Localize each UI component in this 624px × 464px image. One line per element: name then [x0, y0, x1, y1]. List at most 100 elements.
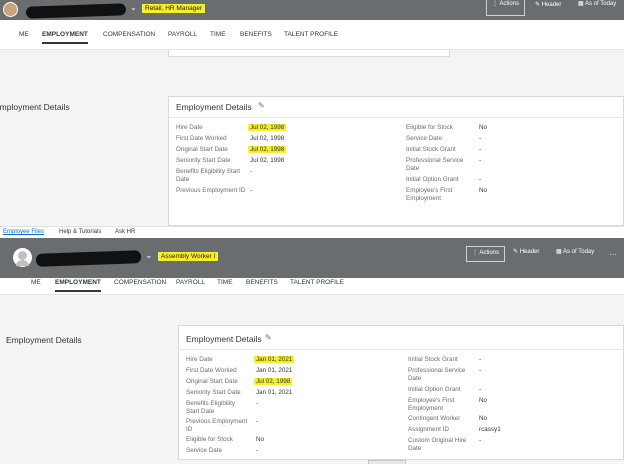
bottom-overflow-menu-icon[interactable]: ··· — [609, 250, 617, 259]
top-tab-talent-profile[interactable]: TALENT PROFILE — [284, 31, 338, 38]
bottom-label-original-start-date: Original Start Date — [186, 378, 238, 385]
top-label-benefits-eligibility: Benefits Eligibility Start Date — [176, 168, 241, 183]
bottom-value-contingent-worker: No — [479, 415, 488, 422]
top-card-title: Employment Details — [176, 102, 252, 112]
top-tab-payroll[interactable]: PAYROLL — [168, 31, 197, 38]
top-tab-time[interactable]: TIME — [210, 31, 226, 38]
top-chevron-down-icon[interactable]: ⌄ — [130, 3, 137, 12]
bottom-name-redacted — [35, 250, 142, 267]
bottom-label-employees-first-employment: Employee's First Employment — [408, 397, 455, 412]
footer-help-tutorials-link[interactable]: Help & Tutorials — [59, 229, 101, 235]
top-value-eligible-for-stock: No — [479, 124, 488, 131]
top-header-button[interactable]: ✎ Header — [535, 1, 561, 8]
top-section-title: Employment Details — [0, 102, 70, 112]
top-actions-button[interactable]: ⋮ Actions — [486, 0, 526, 16]
top-value-initial-stock-grant: - — [479, 146, 482, 153]
bottom-as-of-today-button[interactable]: ▦ As of Today — [556, 248, 594, 255]
top-label-previous-employment-id: Previous Employment ID — [176, 187, 246, 194]
top-value-employees-first-employment: No — [479, 187, 488, 194]
bottom-value-initial-stock-grant: - — [479, 356, 482, 363]
top-header-bar: ⌄ Retail, HR Manager ⋮ Actions ✎ Header … — [0, 0, 624, 20]
bottom-label-service-date: Service Date — [186, 447, 223, 454]
top-pencil-icon: ✎ — [535, 2, 541, 8]
top-label-first-date-worked: First Date Worked — [176, 135, 227, 142]
top-value-benefits-eligibility: - — [250, 168, 253, 175]
bottom-tab-talent-profile[interactable]: TALENT PROFILE — [290, 279, 344, 286]
top-label-service-date: Service Date — [406, 135, 443, 142]
bottom-label-initial-option-grant: Initial Option Grant — [408, 386, 461, 393]
top-label-initial-option-grant: Initial Option Grant — [406, 176, 459, 183]
top-value-professional-service-date: - — [479, 157, 482, 164]
bottom-value-benefits-eligibility: - — [256, 400, 259, 407]
bottom-tab-employment[interactable]: EMPLOYMENT — [55, 279, 101, 292]
bottom-tab-bar: ME EMPLOYMENT COMPENSATION PAYROLL TIME … — [0, 278, 624, 295]
bottom-tab-payroll[interactable]: PAYROLL — [176, 279, 205, 286]
bottom-header-bar: ⌄ Assembly Worker I ⋮ Actions ✎ Header ▦… — [0, 238, 624, 278]
bottom-value-first-date-worked: Jan 01, 2021 — [256, 367, 293, 374]
top-card-divider — [169, 117, 624, 118]
bottom-edit-pencil-icon[interactable]: ✎ — [265, 333, 272, 342]
bottom-role-title: Assembly Worker I — [158, 252, 219, 261]
top-tab-compensation[interactable]: COMPENSATION — [103, 31, 155, 38]
top-edit-pencil-icon[interactable]: ✎ — [258, 101, 265, 110]
top-employment-card: Employment Details ✎ Hire Date Jul 02, 1… — [168, 96, 624, 226]
top-label-seniority-start-date: Seniority Start Date — [176, 157, 231, 164]
top-value-first-date-worked: Jul 02, 1998 — [250, 135, 285, 142]
bottom-tab-time[interactable]: TIME — [217, 279, 233, 286]
top-value-hire-date: Jul 02, 1998 — [248, 124, 287, 131]
bottom-tab-compensation[interactable]: COMPENSATION — [114, 279, 166, 286]
bottom-section-title: Employment Details — [6, 335, 82, 345]
bottom-person-icon-body — [16, 260, 29, 266]
bottom-scroll-handle[interactable] — [368, 460, 406, 464]
top-scroll-remnant-card — [168, 50, 450, 57]
top-value-original-start-date: Jul 02, 1998 — [248, 146, 287, 153]
bottom-employment-card: Employment Details ✎ Hire Date Jan 01, 2… — [178, 325, 624, 460]
bottom-chevron-down-icon[interactable]: ⌄ — [145, 250, 153, 261]
bottom-label-eligible-for-stock: Eligible for Stock — [186, 436, 233, 443]
top-calendar-icon: ▦ — [578, 1, 584, 7]
bottom-person-icon — [18, 251, 27, 260]
bottom-value-service-date: - — [256, 447, 259, 454]
bottom-label-assignment-id: Assignment ID — [408, 426, 449, 433]
top-label-original-start-date: Original Start Date — [176, 146, 228, 153]
bottom-label-first-date-worked: First Date Worked — [186, 367, 237, 374]
bottom-label-seniority-start-date: Seniority Start Date — [186, 389, 241, 396]
top-value-previous-employment-id: - — [250, 187, 253, 194]
top-more-vertical-icon: ⋮ — [492, 1, 498, 7]
bottom-value-previous-employment-id: - — [256, 418, 259, 425]
top-label-professional-service-date: Professional Service Date — [406, 157, 464, 172]
bottom-header-button[interactable]: ✎ Header — [513, 248, 539, 255]
top-role-title: Retail, HR Manager — [142, 4, 206, 13]
bottom-value-eligible-for-stock: No — [256, 436, 265, 443]
top-as-of-today-button[interactable]: ▦ As of Today — [578, 0, 616, 7]
top-value-service-date: - — [479, 135, 482, 142]
top-label-hire-date: Hire Date — [176, 124, 203, 131]
top-label-initial-stock-grant: Initial Stock Grant — [406, 146, 456, 153]
bottom-value-employees-first-employment: No — [479, 397, 488, 404]
top-tab-me[interactable]: ME — [19, 31, 29, 38]
bottom-label-previous-employment-id: Previous Employment ID — [186, 418, 248, 433]
bottom-value-hire-date: Jan 01, 2021 — [254, 356, 295, 363]
bottom-value-seniority-start-date: Jan 01, 2021 — [256, 389, 293, 396]
top-tab-employment[interactable]: EMPLOYMENT — [42, 31, 88, 44]
bottom-label-hire-date: Hire Date — [186, 356, 213, 363]
bottom-actions-button[interactable]: ⋮ Actions — [466, 246, 506, 262]
bottom-value-custom-original-hire-date: - — [479, 437, 482, 444]
bottom-tab-benefits[interactable]: BENEFITS — [246, 279, 278, 286]
bottom-label-professional-service-date: Professional Service Date — [408, 367, 466, 382]
footer-employee-files-link[interactable]: Employee Files — [3, 229, 44, 235]
bottom-value-assignment-id: rcassy1 — [479, 426, 501, 433]
top-name-redacted — [25, 3, 127, 19]
bottom-avatar[interactable] — [13, 248, 32, 267]
bottom-card-divider — [179, 349, 624, 350]
top-value-initial-option-grant: - — [479, 176, 482, 183]
bottom-tab-me[interactable]: ME — [31, 279, 41, 286]
top-tab-benefits[interactable]: BENEFITS — [240, 31, 272, 38]
top-value-seniority-start-date: Jul 02, 1998 — [250, 157, 285, 164]
bottom-calendar-icon: ▦ — [556, 249, 562, 255]
bottom-label-benefits-eligibility: Benefits Eligibility Start Date — [186, 400, 235, 415]
top-tab-bar: ME EMPLOYMENT COMPENSATION PAYROLL TIME … — [0, 20, 624, 50]
bottom-label-contingent-worker: Contingent Worker — [408, 415, 461, 422]
footer-ask-hr-link[interactable]: Ask HR — [115, 229, 135, 235]
top-avatar[interactable] — [3, 2, 18, 17]
